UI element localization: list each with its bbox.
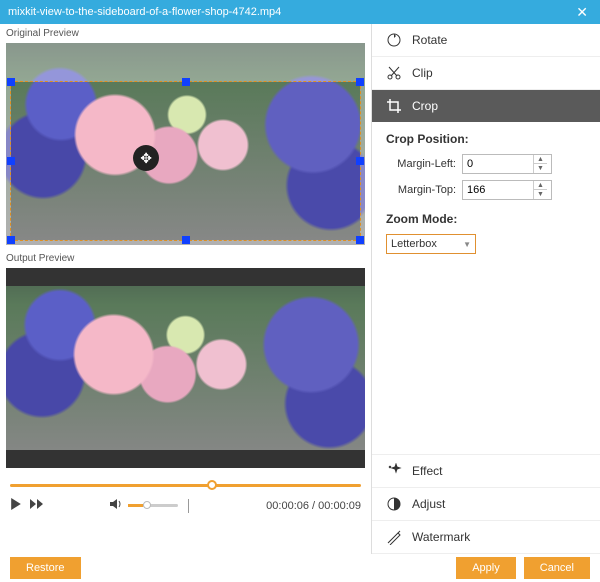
crop-handle-mr[interactable] [356, 157, 364, 165]
spinner-up-icon[interactable]: ▲ [534, 155, 547, 164]
play-icon[interactable] [10, 498, 22, 513]
spinner-down-icon[interactable]: ▼ [534, 190, 547, 199]
zoom-mode-select[interactable]: Letterbox ▼ [386, 234, 476, 254]
tool-watermark[interactable]: Watermark [372, 521, 600, 554]
fast-forward-icon[interactable] [30, 498, 44, 513]
zoom-mode-heading: Zoom Mode: [386, 212, 586, 226]
output-preview-label: Output Preview [0, 249, 371, 268]
bottom-tools: Effect Adjust Watermark [372, 454, 600, 554]
crop-handle-tl[interactable] [7, 78, 15, 86]
close-icon[interactable]: ✕ [572, 4, 592, 21]
crop-handle-br[interactable] [356, 236, 364, 244]
tool-watermark-label: Watermark [412, 530, 470, 544]
tool-effect-label: Effect [412, 464, 442, 478]
crop-icon [386, 98, 402, 114]
restore-button[interactable]: Restore [10, 557, 81, 579]
rotate-icon [386, 32, 402, 48]
crop-handle-bm[interactable] [182, 236, 190, 244]
chevron-down-icon: ▼ [463, 240, 471, 249]
margin-top-input[interactable]: ▲▼ [462, 180, 552, 200]
tool-adjust[interactable]: Adjust [372, 488, 600, 521]
cancel-button[interactable]: Cancel [524, 557, 590, 579]
time-display: 00:00:06 / 00:00:09 [266, 500, 361, 512]
left-panel: Original Preview ✥ Output Preview [0, 24, 372, 554]
zoom-mode-value: Letterbox [391, 238, 437, 250]
effect-icon [386, 463, 402, 479]
footer: Restore Apply Cancel [0, 554, 600, 582]
tool-adjust-label: Adjust [412, 497, 445, 511]
adjust-icon [386, 496, 402, 512]
volume-slider[interactable] [128, 504, 178, 507]
spinner-up-icon[interactable]: ▲ [534, 181, 547, 190]
original-preview: ✥ [6, 43, 365, 245]
crop-rectangle[interactable]: ✥ [10, 81, 361, 241]
main-area: Original Preview ✥ Output Preview [0, 24, 600, 554]
spinner-down-icon[interactable]: ▼ [534, 164, 547, 173]
scissors-icon [386, 65, 402, 81]
timeline-slider[interactable] [10, 478, 361, 492]
volume-control[interactable] [110, 498, 189, 513]
window-title: mixkit-view-to-the-sideboard-of-a-flower… [8, 6, 572, 18]
timeline-thumb[interactable] [207, 480, 217, 490]
margin-left-input[interactable]: ▲▼ [462, 154, 552, 174]
output-image [6, 286, 365, 450]
tool-crop[interactable]: Crop [372, 90, 600, 122]
crop-settings-panel: Crop Position: Margin-Left: ▲▼ Margin-To… [372, 122, 600, 454]
margin-top-label: Margin-Top: [386, 184, 456, 196]
crop-position-heading: Crop Position: [386, 132, 586, 146]
tool-rotate[interactable]: Rotate [372, 24, 600, 57]
title-bar: mixkit-view-to-the-sideboard-of-a-flower… [0, 0, 600, 24]
tool-crop-label: Crop [412, 99, 438, 113]
crop-handle-ml[interactable] [7, 157, 15, 165]
tool-effect[interactable]: Effect [372, 454, 600, 488]
tool-clip-label: Clip [412, 66, 433, 80]
margin-top-field[interactable] [463, 184, 533, 196]
original-preview-label: Original Preview [0, 24, 371, 43]
margin-left-field[interactable] [463, 158, 533, 170]
tool-clip[interactable]: Clip [372, 57, 600, 90]
volume-icon[interactable] [110, 498, 124, 513]
tool-rotate-label: Rotate [412, 33, 447, 47]
crop-handle-tr[interactable] [356, 78, 364, 86]
output-preview [6, 268, 365, 468]
crop-handle-bl[interactable] [7, 236, 15, 244]
watermark-icon [386, 529, 402, 545]
playback-controls: 00:00:06 / 00:00:09 [0, 494, 371, 521]
margin-left-label: Margin-Left: [386, 158, 456, 170]
crop-handle-tm[interactable] [182, 78, 190, 86]
right-panel: Rotate Clip Crop Crop Position: Margin-L… [372, 24, 600, 554]
apply-button[interactable]: Apply [456, 557, 516, 579]
